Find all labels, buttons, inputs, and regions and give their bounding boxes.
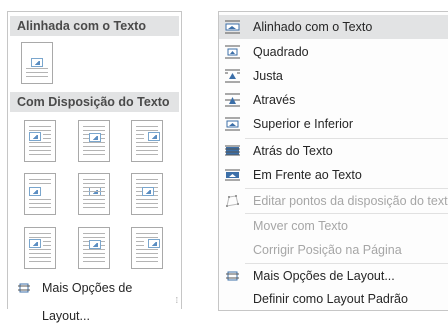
menu-label: Editar pontos da disposição do texto xyxy=(253,194,448,208)
menu-item-edit-wrap-points: Editar pontos da disposição do texto xyxy=(219,189,448,213)
menu-label: Quadrado xyxy=(253,45,309,59)
menu-label: Mover com Texto xyxy=(253,219,348,233)
thumb-position-3[interactable] xyxy=(131,227,163,269)
menu-item-move-with-text: Mover com Texto xyxy=(219,214,448,238)
menu-item-behind-text[interactable]: Atrás do Texto xyxy=(219,139,448,163)
picture-icon xyxy=(142,187,154,196)
layout-options-icon xyxy=(226,271,239,281)
picture-icon xyxy=(89,240,101,249)
thumb-position-2[interactable] xyxy=(78,227,110,269)
thumb-top-bottom[interactable] xyxy=(24,173,56,215)
menu-item-in-front[interactable]: Em Frente ao Texto xyxy=(219,163,448,187)
menu-item-through[interactable]: Através xyxy=(219,88,448,112)
thumb-tight[interactable] xyxy=(78,120,110,162)
more-layout-options-label: Mais Opções de Layout... xyxy=(42,281,133,323)
menu-label: Definir como Layout Padrão xyxy=(253,292,408,306)
menu-label: Superior e Inferior xyxy=(253,117,354,131)
in-front-of-text-icon xyxy=(225,169,240,181)
menu-label: Em Frente ao Texto xyxy=(253,168,362,182)
menu-label: Corrigir Posição na Página xyxy=(253,243,402,257)
wrap-square-icon xyxy=(225,45,240,59)
menu-item-set-default-layout[interactable]: Definir como Layout Padrão xyxy=(219,287,448,311)
wrap-through-icon xyxy=(225,93,240,107)
menu-label: Mais Opções de Layout... xyxy=(253,269,395,283)
picture-icon xyxy=(29,187,41,196)
picture-icon xyxy=(29,239,41,248)
thumb-behind-text[interactable] xyxy=(78,173,110,215)
menu-item-inline-with-text[interactable]: Alinhado com o Texto xyxy=(219,15,448,39)
thumb-position-1[interactable] xyxy=(24,227,56,269)
more-layout-options-button[interactable]: Mais Opções de Layout... xyxy=(8,274,181,323)
wrap-section-header: Com Disposição do Texto xyxy=(10,92,179,112)
menu-item-fix-position: Corrigir Posição na Página xyxy=(219,238,448,262)
behind-text-icon xyxy=(225,145,240,156)
inline-with-text-icon xyxy=(225,20,240,34)
edit-wrap-points-icon xyxy=(226,195,239,207)
menu-item-more-layout-options[interactable]: Mais Opções de Layout... xyxy=(219,264,448,288)
picture-icon xyxy=(148,239,160,248)
wrap-text-menu: Alinhado com o Texto Quadrado Justa Atra… xyxy=(218,11,448,311)
thumb-in-front[interactable] xyxy=(131,173,163,215)
resize-grip[interactable]: ⁞ xyxy=(176,297,178,305)
menu-label: Através xyxy=(253,93,296,107)
thumb-through[interactable] xyxy=(131,120,163,162)
menu-item-top-bottom[interactable]: Superior e Inferior xyxy=(219,112,448,136)
wrap-top-bottom-icon xyxy=(225,117,240,131)
wrap-text-gallery: Alinhada com o Texto Com Disposição do T… xyxy=(7,11,182,323)
menu-item-tight[interactable]: Justa xyxy=(219,64,448,88)
inline-section-header: Alinhada com o Texto xyxy=(10,16,179,36)
menu-label: Justa xyxy=(253,69,283,83)
menu-label: Alinhado com o Texto xyxy=(253,20,373,34)
picture-icon xyxy=(31,58,43,67)
picture-icon xyxy=(89,133,101,142)
wrap-tight-icon xyxy=(225,69,240,83)
picture-icon xyxy=(29,132,41,141)
thumb-square[interactable] xyxy=(24,120,56,162)
menu-label: Atrás do Texto xyxy=(253,144,333,158)
thumb-inline[interactable] xyxy=(21,42,53,84)
picture-icon xyxy=(148,132,160,141)
layout-options-icon xyxy=(18,283,30,293)
menu-item-square[interactable]: Quadrado xyxy=(219,40,448,64)
